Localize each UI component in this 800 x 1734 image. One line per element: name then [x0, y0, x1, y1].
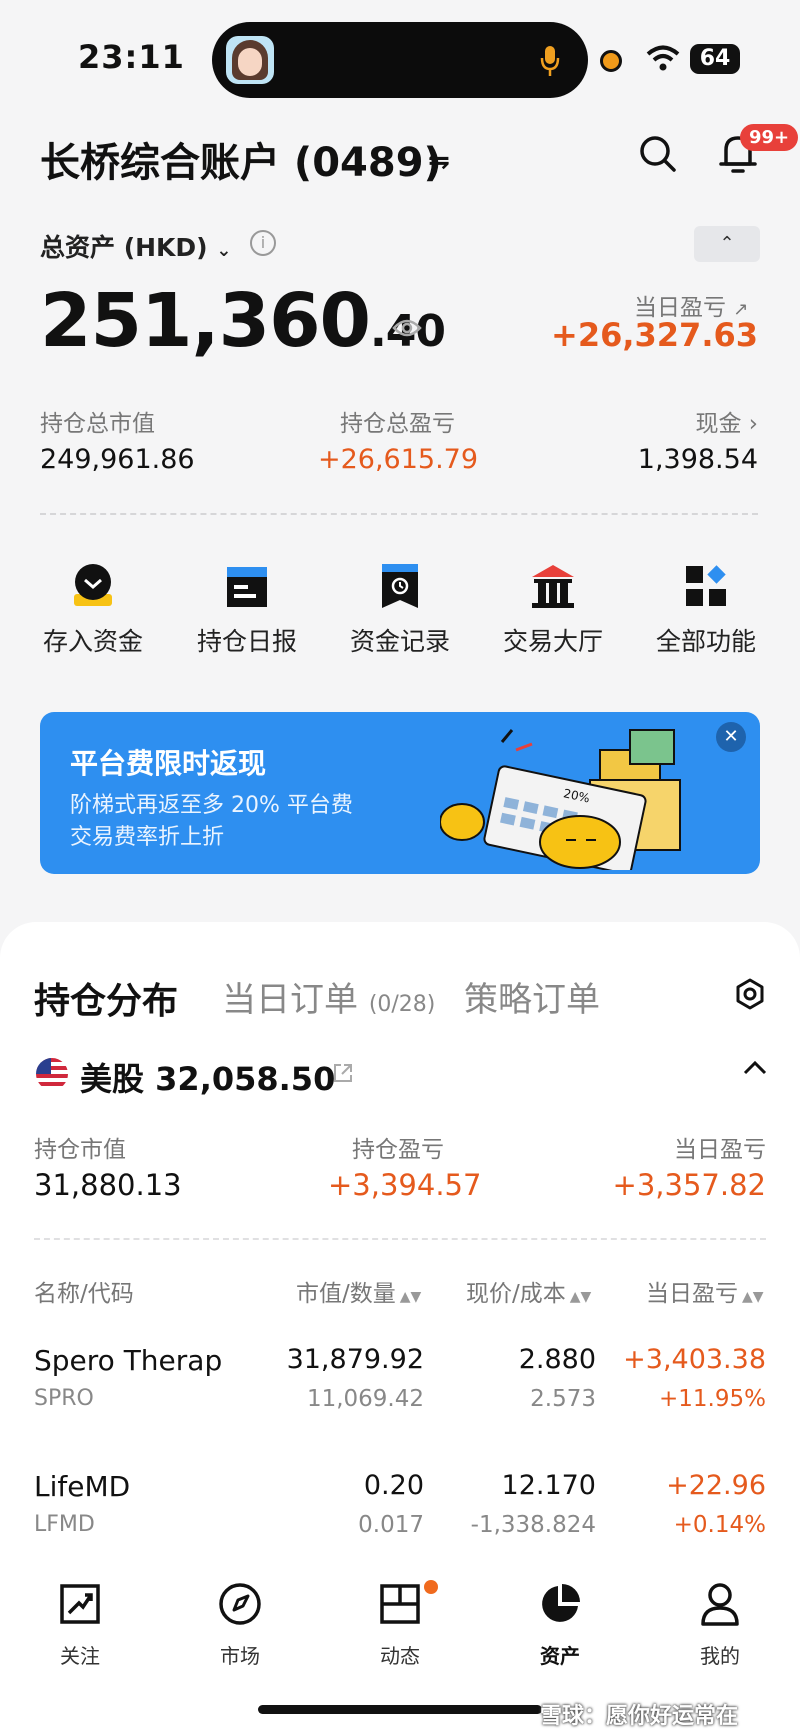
market-pl-label: 持仓盈亏 — [352, 1137, 444, 1163]
microphone-icon — [540, 46, 560, 76]
col-price-cost[interactable]: 现价/成本 ▲▼ — [466, 1274, 591, 1308]
banner-title: 平台费限时返现 — [70, 747, 267, 780]
col-market-value-qty[interactable]: 市值/数量 ▲▼ — [296, 1274, 421, 1308]
stock-price: 12.170 — [501, 1470, 596, 1501]
stock-price: 2.880 — [518, 1344, 596, 1375]
unread-dot — [424, 1580, 438, 1594]
col-name-code: 名称/代码 — [34, 1281, 134, 1307]
search-icon[interactable] — [638, 134, 678, 174]
tab-strategy-orders[interactable]: 策略订单 — [464, 972, 600, 1021]
market-icon — [219, 1583, 261, 1625]
deposit-icon — [74, 564, 112, 606]
stock-market-value: 0.20 — [363, 1470, 424, 1501]
collapse-button[interactable]: ⌃ — [694, 226, 760, 262]
switch-account-icon[interactable]: ⇋ — [428, 146, 450, 176]
nav-assets[interactable]: 资产 — [500, 1578, 620, 1669]
market-section-title[interactable]: 美股 32,058.50 — [80, 1054, 335, 1100]
wifi-icon — [646, 45, 680, 71]
daily-report-icon — [227, 567, 267, 607]
position-total-pl-label: 持仓总盈亏 — [340, 411, 455, 437]
watermark: 雪球：愿你好运常在 — [540, 1704, 739, 1729]
external-link-icon[interactable] — [332, 1062, 354, 1084]
stock-quantity: 0.017 — [358, 1512, 424, 1538]
tab-daily-orders[interactable]: 当日订单 (0/28) — [222, 972, 435, 1021]
stock-cost: -1,338.824 — [470, 1512, 596, 1538]
assets-icon — [542, 1584, 580, 1622]
stock-name: Spero Therap — [34, 1344, 223, 1377]
stock-quantity: 11,069.42 — [306, 1386, 424, 1412]
fund-record-icon — [382, 564, 418, 608]
divider — [40, 513, 758, 515]
us-flag-icon — [36, 1058, 68, 1090]
nav-market[interactable]: 市场 — [180, 1578, 300, 1669]
market-daily-pl: +3,357.82 — [612, 1168, 766, 1202]
position-market-value: 249,961.86 — [40, 444, 195, 475]
total-assets-label[interactable]: 总资产 (HKD) ⌄ — [40, 228, 231, 264]
quick-action-trading-hall[interactable]: 交易大厅 — [478, 560, 628, 658]
close-icon[interactable]: ✕ — [716, 722, 746, 752]
home-indicator — [258, 1705, 542, 1714]
battery-icon: 64 — [690, 44, 740, 74]
stock-daily-pl-pct: +11.95% — [659, 1386, 766, 1412]
cash-value: 1,398.54 — [637, 444, 758, 475]
profile-icon — [701, 1583, 739, 1626]
stock-daily-pl-pct: +0.14% — [673, 1512, 766, 1538]
info-icon[interactable]: i — [250, 230, 276, 256]
market-value: 31,880.13 — [34, 1168, 182, 1202]
banner-subtitle: 阶梯式再返至多 20% 平台费 交易费率折上折 — [70, 793, 353, 850]
quick-action-deposit[interactable]: 存入资金 — [18, 560, 168, 658]
stock-daily-pl: +3,403.38 — [623, 1344, 766, 1375]
trading-hall-icon — [532, 565, 574, 608]
stock-market-value: 31,879.92 — [286, 1344, 424, 1375]
avatar — [226, 36, 274, 84]
col-daily-pl[interactable]: 当日盈亏 ▲▼ — [646, 1274, 764, 1308]
market-daily-pl-label: 当日盈亏 — [674, 1137, 766, 1163]
market-value-label: 持仓市值 — [34, 1137, 126, 1163]
sort-icon: ▲▼ — [399, 1289, 422, 1305]
gear-icon[interactable] — [734, 978, 766, 1010]
quick-action-daily-report[interactable]: 持仓日报 — [172, 560, 322, 658]
nav-profile[interactable]: 我的 — [660, 1578, 780, 1669]
nav-feed[interactable]: 动态 — [340, 1578, 460, 1669]
calculator-coins-illustration: 20% — [440, 729, 681, 870]
all-functions-icon — [686, 565, 726, 606]
chevron-up-icon[interactable] — [742, 1060, 768, 1076]
position-total-pl: +26,615.79 — [318, 444, 479, 475]
notification-badge: 99+ — [740, 124, 799, 151]
tab-holdings[interactable]: 持仓分布 — [34, 972, 178, 1024]
stock-name: LifeMD — [34, 1470, 131, 1503]
stock-code: LFMD — [34, 1512, 95, 1537]
recording-indicator — [600, 50, 622, 72]
market-pl: +3,394.57 — [328, 1168, 482, 1202]
total-assets-value: 251,360.40 — [40, 278, 446, 364]
quick-action-fund-record[interactable]: 资金记录 — [325, 560, 475, 658]
feed-icon — [380, 1584, 420, 1624]
stock-daily-pl: +22.96 — [666, 1470, 766, 1501]
quick-action-all-functions[interactable]: 全部功能 — [631, 560, 781, 658]
stock-code: SPRO — [34, 1386, 94, 1411]
cash-label[interactable]: 现金 › — [695, 404, 758, 438]
stock-cost: 2.573 — [530, 1386, 596, 1412]
position-market-value-label: 持仓总市值 — [40, 411, 155, 437]
daily-pl-value: +26,327.63 — [551, 316, 758, 354]
eye-icon[interactable] — [392, 318, 422, 338]
status-time: 23:11 — [78, 38, 185, 76]
watchlist-icon — [60, 1584, 100, 1624]
divider — [34, 1238, 766, 1240]
account-title[interactable]: 长桥综合账户 (0489) — [40, 130, 442, 188]
promo-banner[interactable]: 平台费限时返现 阶梯式再返至多 20% 平台费 交易费率折上折 20% ✕ — [40, 712, 760, 874]
sort-icon: ▲▼ — [569, 1289, 592, 1305]
nav-watchlist[interactable]: 关注 — [20, 1578, 140, 1669]
sort-icon: ▲▼ — [742, 1289, 764, 1305]
